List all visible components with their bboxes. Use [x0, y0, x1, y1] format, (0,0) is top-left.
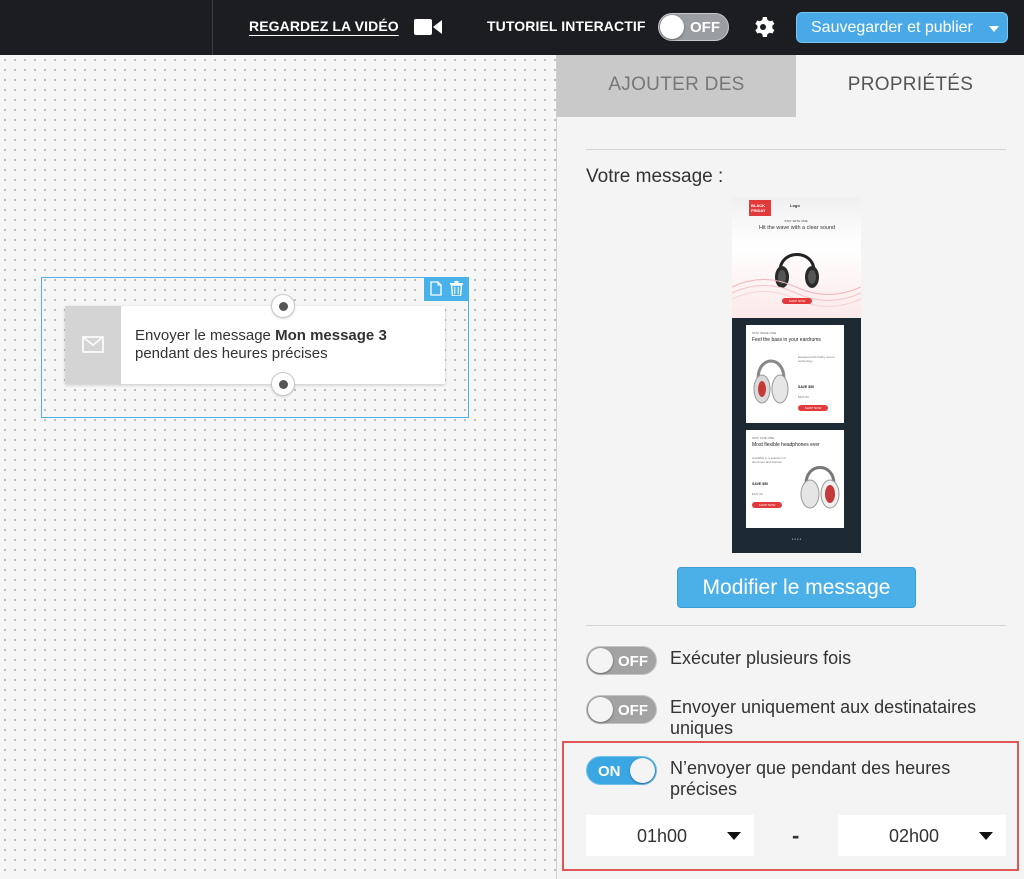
card1-title: Feel the bass in your eardrums — [752, 337, 821, 343]
card1-tag: STAY WAVE ONE — [752, 331, 777, 335]
toggle-state: OFF — [618, 702, 648, 719]
tab-properties[interactable]: PROPRIÉTÉS — [796, 55, 1024, 117]
preview-badge: BLACK FRIDAY — [749, 200, 771, 216]
time-to-select[interactable]: 02h00 — [838, 815, 1006, 856]
properties-panel: AJOUTER DES PROPRIÉTÉS Votre message : B… — [556, 55, 1024, 879]
card2-price: $127.00 — [752, 492, 763, 496]
duplicate-icon[interactable] — [430, 281, 442, 296]
toggle-state: ON — [598, 763, 621, 780]
specific-hours-label: N’envoyer que pendant des heures précise… — [670, 758, 951, 799]
toggle-state: OFF — [690, 19, 720, 36]
card2-title: Most flexible headphones ever — [752, 442, 820, 448]
time-from-select[interactable]: 01h00 — [586, 815, 754, 856]
message-preview[interactable]: BLACK FRIDAY Logo STAY WITH ONE Hit the … — [732, 197, 861, 553]
toggle-knob — [660, 15, 684, 39]
preview-tagline: STAY WITH ONE — [784, 219, 808, 223]
node-text-line1: Envoyer le message Mon message 3 — [135, 327, 387, 344]
topbar-divider — [212, 0, 213, 55]
tutorial-label: TUTORIEL INTERACTIF — [487, 18, 646, 34]
time-from-value: 01h00 — [637, 826, 688, 846]
tutorial-toggle[interactable]: OFF — [658, 13, 729, 41]
time-separator: - — [792, 823, 800, 848]
preview-header: BLACK FRIDAY Logo STAY WITH ONE Hit the … — [732, 197, 861, 318]
divider — [586, 149, 1006, 150]
card2-text: Available in a selection of aluminum and… — [752, 456, 786, 464]
preview-cta: SHOP NOW — [782, 298, 812, 304]
preview-headline: Hit the wave with a clear sound — [758, 225, 836, 231]
trash-icon[interactable] — [450, 281, 463, 296]
preview-card-2: STAY FIVE ONE Most flexible headphones e… — [746, 430, 844, 528]
preview-logo: Logo — [790, 203, 800, 208]
chevron-down-icon — [979, 832, 993, 840]
preview-card-1: STAY WAVE ONE Feel the bass in your eard… — [746, 325, 844, 423]
card1-price: $227.00 — [798, 395, 809, 399]
card2-cta: SHOP NOW — [752, 502, 782, 508]
preview-footer: ● ● ● ● — [791, 537, 802, 541]
toggle-knob — [588, 648, 613, 673]
node-icon-box — [65, 306, 121, 384]
toggle-knob — [588, 697, 613, 722]
card1-text: Equipped with Dolby sound technology — [798, 355, 835, 363]
run-multiple-toggle[interactable]: OFF — [586, 646, 657, 675]
card1-save: SAVE $50 — [798, 385, 815, 389]
node-toolbar — [424, 277, 469, 301]
chevron-down-icon — [727, 832, 741, 840]
tab-add[interactable]: AJOUTER DES — [557, 55, 796, 117]
specific-hours-toggle[interactable]: ON — [586, 756, 657, 785]
toggle-knob — [630, 758, 655, 783]
card2-save: SAVE $50 — [752, 482, 769, 486]
save-publish-button[interactable]: Sauvegarder et publier — [796, 12, 1008, 43]
message-label: Votre message : — [586, 166, 724, 187]
card2-tag: STAY FIVE ONE — [752, 436, 775, 440]
node-message-name: Mon message 3 — [275, 327, 387, 344]
publish-label: Sauvegarder et publier — [811, 19, 973, 36]
toggle-state: OFF — [618, 653, 648, 670]
time-to-value: 02h00 — [889, 826, 940, 846]
node-text-line2: pendant des heures précises — [135, 345, 328, 362]
unique-recipients-label: Envoyer uniquement aux destinataires uni… — [670, 697, 977, 738]
output-connector[interactable] — [271, 372, 295, 396]
unique-recipients-toggle[interactable]: OFF — [586, 695, 657, 724]
headphones-image — [800, 466, 840, 509]
top-bar: REGARDEZ LA VIDÉO TUTORIEL INTERACTIF OF… — [0, 0, 1024, 55]
envelope-icon — [82, 336, 104, 353]
run-multiple-label: Exécuter plusieurs fois — [670, 648, 852, 668]
watch-video-link[interactable]: REGARDEZ LA VIDÉO — [249, 18, 399, 34]
input-connector[interactable] — [271, 294, 295, 318]
video-camera-icon[interactable] — [414, 17, 442, 37]
edit-message-button[interactable]: Modifier le message — [677, 567, 916, 608]
gear-icon[interactable] — [751, 15, 775, 39]
workflow-canvas[interactable] — [0, 55, 556, 879]
headphones-image — [753, 359, 789, 404]
divider — [586, 625, 1006, 626]
chevron-down-icon — [989, 26, 999, 32]
card1-cta: SHOP NOW — [798, 405, 828, 411]
send-message-node[interactable]: Envoyer le message Mon message 3 pendant… — [65, 306, 445, 384]
